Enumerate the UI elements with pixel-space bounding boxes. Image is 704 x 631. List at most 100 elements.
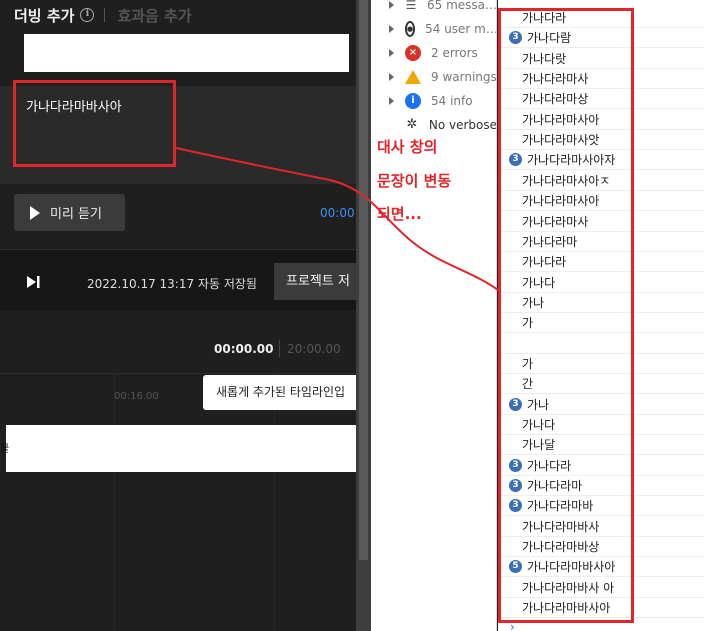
console-log-row[interactable]: 간 (498, 374, 704, 395)
console-log-row[interactable]: 3 가나 (498, 395, 704, 415)
console-log-row[interactable]: 3 가나다라마바 (498, 496, 704, 517)
console-prompt-icon[interactable]: › (510, 620, 515, 631)
console-log-text: 가나다라마바상 (522, 540, 600, 555)
console-log-text: 가나달 (522, 438, 556, 453)
repeat-count-badge: 3 (509, 499, 522, 513)
annotation-line-2: 문장이 변동 (377, 172, 452, 190)
expand-arrow-icon[interactable] (389, 25, 394, 33)
dubbing-app-panel: 더빙 추가 i 효과음 추가 가나다라마바사아 미리 듣기 00:00 2022… (0, 0, 356, 631)
console-log-text: 간 (522, 377, 534, 392)
expand-arrow-icon[interactable] (389, 49, 394, 57)
console-log-text: 가나다라마상 (522, 92, 589, 107)
console-log-text: 가 (522, 316, 534, 331)
console-log-text: 가나다라마 (522, 234, 578, 249)
time-divider (279, 340, 280, 357)
console-log-row[interactable]: 5 가나다라마바사아 (498, 557, 704, 578)
console-log-row[interactable]: 3 가나다라마사아자 (498, 150, 704, 171)
console-log-row[interactable]: 3 가나다라마 (498, 476, 704, 497)
console-sidebar: ☰ 65 messa… ● 54 user m… × 2 errors 9 warnings… (371, 0, 497, 631)
preview-button[interactable]: 미리 듣기 (14, 194, 125, 231)
total-time: 20:00.00 (287, 342, 341, 356)
sidebar-filter-label: 9 warnings (431, 70, 497, 84)
console-log-row[interactable]: 가 (498, 354, 704, 374)
console-log-row[interactable]: 가나다 (498, 415, 704, 435)
console-log-text: 가나다라마사앗 (522, 133, 600, 148)
scrollbar-thumb[interactable] (359, 0, 368, 560)
console-log-text: 가나다라마사아자 (527, 153, 616, 168)
console-log-row[interactable]: 가나다라마바사 (498, 517, 704, 537)
play-next-icon[interactable] (26, 275, 42, 289)
console-log-row[interactable]: 가나다라마사아ㅈ (498, 171, 704, 191)
console-log-row[interactable]: 가나다라마바상 (498, 537, 704, 558)
expand-arrow-icon[interactable] (389, 1, 394, 9)
console-log-row[interactable]: 가나다라마사앗 (498, 130, 704, 151)
new-timeline-tooltip: 새롭게 추가된 타임라인입 (203, 375, 356, 410)
sidebar-filter-label: 65 messa… (426, 0, 497, 12)
console-log-text: 가나다람 (527, 31, 572, 46)
current-time: 00:00.00 (214, 342, 274, 356)
repeat-count-badge: 3 (509, 397, 522, 411)
repeat-count-badge: 3 (509, 31, 522, 45)
console-log-row[interactable]: 가나다라마바사 아 (498, 578, 704, 598)
console-log-text: 가나다라마사아 (522, 194, 600, 209)
console-log-row[interactable]: 가나다라마사아 (498, 110, 704, 130)
console-log-row[interactable]: 3 가나다라 (498, 456, 704, 476)
console-log-row[interactable]: 3 가나다람 (498, 28, 704, 49)
console-log-row[interactable]: 가나다라마사아 (498, 191, 704, 212)
tab-divider (104, 8, 106, 22)
console-log-text: 가나 (522, 295, 545, 310)
expand-arrow-icon[interactable] (389, 73, 394, 81)
console-log-text: 가나다라마사아 (522, 112, 600, 127)
error-icon: × (405, 45, 421, 61)
expand-arrow-icon[interactable] (389, 97, 394, 105)
console-log-row[interactable]: 가나다라마사 (498, 212, 704, 232)
console-log-row[interactable]: 가나다 (498, 273, 704, 293)
console-log-list: 가나다라 3 가나다람 가나다랏 가나다라마사 가나다라마상 가나다라마사아 가나다라마사앗 3… (498, 0, 704, 631)
console-log-text: 가나다라 (522, 255, 567, 270)
console-log-row[interactable]: 가나달 (498, 435, 704, 456)
console-log-text: 가나다라마 (527, 479, 583, 494)
console-log-row[interactable]: 가나다라마사 (498, 69, 704, 90)
console-log-text: 가나다라마바 (527, 499, 594, 514)
sidebar-filter-label: 54 user m… (425, 22, 497, 36)
sidebar-filter-error[interactable]: × 2 errors (371, 41, 496, 65)
repeat-count-badge: 3 (509, 479, 522, 493)
timeline-top-border (0, 373, 356, 374)
console-log-row[interactable]: 가 (498, 313, 704, 334)
console-log-text: 가나다라마바사 아 (522, 580, 615, 595)
sidebar-filter-info[interactable]: i 54 info (371, 89, 496, 113)
console-log-row[interactable]: 가나다라 (498, 8, 704, 28)
preview-duration: 00:00 (320, 206, 355, 220)
timeline-clip[interactable] (6, 425, 356, 472)
console-log-row[interactable]: 가나다랏 (498, 49, 704, 69)
console-log-row[interactable]: 가나다라마 (498, 232, 704, 252)
project-save-button[interactable]: 프로젝트 저 (274, 263, 356, 300)
sidebar-filter-bug[interactable]: ✲ No verbose (371, 113, 497, 137)
console-log-text: 가나다라마바사아 (527, 560, 616, 575)
ruler-tick (114, 374, 115, 631)
speaker-select-field[interactable] (24, 34, 349, 72)
sidebar-filter-label: No verbose (428, 118, 497, 132)
sidebar-filter-list[interactable]: ☰ 65 messa… (371, 0, 497, 17)
tab-dubbing[interactable]: 더빙 추가 (14, 5, 74, 26)
panel-splitter-scrollbar[interactable] (356, 0, 371, 631)
info-icon: i (405, 93, 421, 109)
sidebar-filter-warning[interactable]: 9 warnings (371, 65, 497, 89)
sidebar-filter-user[interactable]: ● 54 user m… (371, 17, 497, 41)
console-log-row[interactable]: 가나 (498, 293, 704, 313)
console-log-row[interactable]: 가나다라마바사아 (498, 598, 704, 619)
ruler-tick (274, 374, 275, 631)
sidebar-filter-label: 2 errors (431, 46, 478, 60)
bug-icon: ✲ (406, 117, 418, 132)
console-log-row[interactable]: 가나다라마상 (498, 89, 704, 110)
tab-sound-effect[interactable]: 효과음 추가 (117, 5, 191, 26)
annotation-highlight-dialog (13, 80, 176, 167)
user-icon: ● (405, 21, 416, 37)
console-log-row[interactable]: 가나다라 (498, 252, 704, 273)
console-log-text: 가나다라마사 (522, 214, 589, 229)
info-icon[interactable]: i (80, 8, 95, 22)
repeat-count-badge: 3 (509, 153, 522, 167)
console-log-text: 가나다랏 (522, 51, 567, 66)
console-log-row[interactable] (498, 334, 704, 354)
preview-button-label: 미리 듣기 (50, 207, 102, 222)
